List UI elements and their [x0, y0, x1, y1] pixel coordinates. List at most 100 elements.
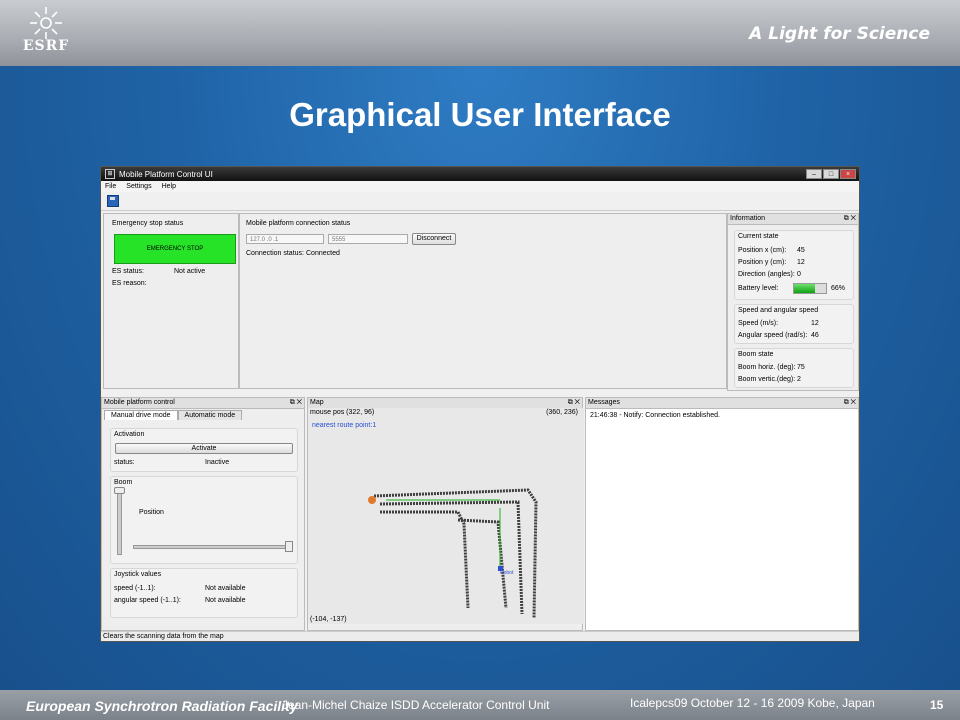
boom-vertic-label: Boom vertic.(deg): [738, 376, 796, 383]
pos-x-label: Position x (cm): [738, 247, 787, 254]
speed-value: 12 [811, 320, 819, 327]
footer-author: Jean-Michel Chaize ISDD Accelerator Cont… [282, 698, 550, 712]
footer-organisation: European Synchrotron Radiation Facility [26, 698, 298, 714]
angular-speed-value: 46 [811, 332, 819, 339]
ip-address-field[interactable]: 127.0 .0 .1 [246, 234, 324, 244]
page-number: 15 [930, 698, 944, 712]
control-pane: Mobile platform control ⧉ ✕ Manual drive… [101, 397, 305, 631]
es-status-value: Not active [174, 268, 206, 275]
boom-vertical-slider[interactable] [117, 489, 122, 555]
boom-label: Boom [114, 479, 133, 486]
slide-title: Graphical User Interface [289, 96, 671, 133]
current-state-group: Current state Position x (cm): 45 Positi… [734, 230, 854, 300]
activate-button[interactable]: Activate [115, 443, 293, 454]
boom-vertic-value: 2 [797, 376, 801, 383]
boom-state-label: Boom state [738, 351, 774, 358]
tab-automatic[interactable]: Automatic mode [177, 410, 243, 420]
close-button[interactable]: × [840, 169, 856, 179]
boom-horiz-label: Boom horiz. (deg): [738, 364, 796, 371]
app-icon: ⊞ [105, 169, 115, 179]
pos-y-label: Position y (cm): [738, 259, 787, 266]
connection-status-label: Connection status: [246, 250, 304, 257]
activation-group: Activation Activate status: Inactive [110, 428, 298, 472]
joystick-label: Joystick values [114, 571, 162, 578]
save-icon[interactable] [107, 195, 119, 207]
dock-buttons[interactable]: ⧉ ✕ [290, 398, 302, 408]
speed-group: Speed and angular speed Speed (m/s): 12 … [734, 304, 854, 344]
connection-group-label: Mobile platform connection status [246, 220, 351, 227]
emergency-pane: Emergency stop status EMERGENCY STOP ES … [103, 213, 239, 389]
app-window: ⊞ Mobile Platform Control UI – □ × File … [100, 166, 860, 642]
battery-bar [793, 283, 827, 294]
window-titlebar[interactable]: ⊞ Mobile Platform Control UI – □ × [101, 167, 859, 181]
direction-value: 0 [797, 271, 801, 278]
top-right-coord: (360, 236) [546, 409, 578, 416]
start-marker [368, 496, 376, 504]
menubar: File Settings Help [101, 181, 859, 192]
messages-pane: Messages ⧉ ✕ 21:46:38 - Notify: Connecti… [585, 397, 859, 631]
tab-manual-drive[interactable]: Manual drive mode [104, 410, 178, 420]
joystick-group: Joystick values speed (-1..1): Not avail… [110, 568, 298, 618]
battery-fill [794, 284, 816, 293]
position-slider[interactable] [133, 545, 293, 549]
message-line: 21:46:38 - Notify: Connection establishe… [590, 412, 720, 419]
battery-value: 66% [831, 285, 846, 292]
activation-status-label: status: [114, 459, 135, 466]
activation-status-value: Inactive [205, 459, 230, 466]
footer-conference: Icalepcs09 October 12 - 16 2009 Kobe, Ja… [630, 696, 875, 710]
joystick-angular-value: Not available [205, 597, 246, 604]
slide-header: ESRF A Light for Science [0, 0, 960, 66]
angular-speed-label: Angular speed (rad/s): [738, 332, 808, 339]
maximize-button[interactable]: □ [823, 169, 839, 179]
emergency-group-label: Emergency stop status [112, 220, 184, 227]
mouse-pos: mouse pos (322, 96) [310, 409, 375, 416]
dock-buttons[interactable]: ⧉ ✕ [568, 398, 580, 408]
es-reason-label: ES reason: [112, 280, 147, 287]
port-field[interactable]: 5555 [328, 234, 408, 244]
robot-label: Robot [500, 570, 514, 576]
speed-label: Speed (m/s): [738, 320, 779, 327]
map-pane: Map ⧉ ✕ mouse pos (322, 96) (360, 236) n… [307, 397, 584, 631]
tagline: A Light for Science [749, 24, 930, 44]
pos-x-value: 45 [797, 247, 805, 254]
position-slider-handle[interactable] [285, 541, 293, 552]
menu-settings[interactable]: Settings [126, 183, 151, 190]
disconnect-button[interactable]: Disconnect [412, 233, 456, 245]
connection-status-value: Connected [306, 250, 340, 257]
status-bar: Clears the scanning data from the map [101, 631, 859, 641]
dock-buttons[interactable]: ⧉ ✕ [844, 214, 856, 224]
minimize-button[interactable]: – [806, 169, 822, 179]
position-label: Position [139, 509, 164, 516]
battery-label: Battery level: [738, 285, 779, 292]
map-canvas[interactable] [308, 408, 584, 624]
connection-pane: Mobile platform connection status 127.0 … [239, 213, 727, 389]
information-dockbar: Information ⧉ ✕ [728, 214, 858, 225]
menu-help[interactable]: Help [162, 183, 176, 190]
esrf-logo: ESRF [20, 6, 72, 60]
logo-text: ESRF [22, 38, 70, 54]
emergency-stop-button[interactable]: EMERGENCY STOP [114, 234, 236, 264]
joystick-speed-label: speed (-1..1): [114, 585, 156, 592]
control-dockbar: Mobile platform control ⧉ ✕ [102, 398, 304, 409]
messages-dockbar: Messages ⧉ ✕ [586, 398, 858, 409]
bottom-left-coord: (-104, -137) [310, 616, 347, 623]
direction-label: Direction (angles): [738, 271, 795, 278]
dock-buttons[interactable]: ⧉ ✕ [844, 398, 856, 408]
menu-file[interactable]: File [105, 183, 116, 190]
es-status-label: ES status: [112, 268, 144, 275]
boom-group: Boom Position [110, 476, 298, 564]
control-tabs: Manual drive mode Automatic mode [104, 410, 243, 420]
nearest-route-point: nearest route point:1 [312, 422, 377, 429]
current-state-label: Current state [738, 233, 779, 240]
information-title: Information [730, 215, 766, 222]
map-title: Map [310, 399, 324, 406]
boom-state-group: Boom state Boom horiz. (deg): 75 Boom ve… [734, 348, 854, 388]
scan-map-drawing [368, 488, 538, 619]
activation-label: Activation [114, 431, 145, 438]
boom-vertical-handle[interactable] [114, 487, 125, 494]
window-title: Mobile Platform Control UI [119, 169, 213, 179]
sunburst-icon [30, 7, 62, 39]
toolbar [101, 192, 859, 211]
boom-horiz-value: 75 [797, 364, 805, 371]
joystick-angular-label: angular speed (-1..1): [114, 597, 181, 604]
